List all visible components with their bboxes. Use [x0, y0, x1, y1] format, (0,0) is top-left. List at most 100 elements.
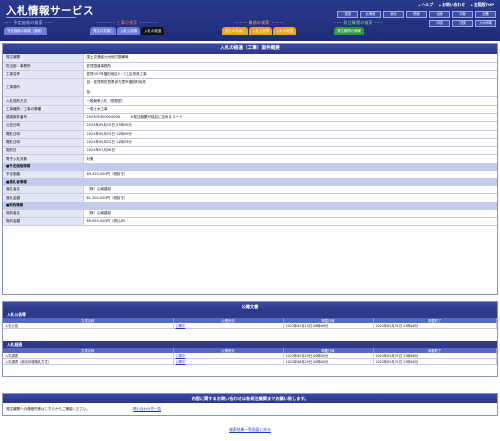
help-link[interactable]: ヘルプ [419, 2, 433, 8]
section-contract: ■契約情報 [3, 202, 497, 210]
table-row: 開札日時 2023年05月25日 12時00分 [3, 130, 497, 139]
app-title: 入札情報サービス [6, 5, 94, 17]
row-value: 202305300010006 ※発注機関が独自に定めるコード [83, 113, 497, 123]
inquiry-text: 発注機関への連絡先等はこちらからご確認ください。 [6, 406, 90, 411]
contact-list-link[interactable]: 問い合わせ先一覧 [133, 407, 161, 412]
section-price: ■予定価格情報 [3, 163, 497, 171]
region-kanto[interactable]: 関東 [406, 11, 427, 18]
section-header: ■落札者情報 [3, 178, 497, 187]
detail-panel: 入札の経過（工事）案件概要 発注機関 国土交通省九州地方整備局 担当部・事務所 佐賀… [2, 43, 498, 295]
table-row: 開札日時 2023年05月22日 14時33分 [3, 138, 497, 148]
row-value: 一般競争入札（簡易型） [83, 96, 497, 106]
tab-construction-results[interactable]: 入札の経過 [141, 27, 165, 35]
section-winner: ■落札者情報 [3, 178, 497, 187]
row-value: 2023年07月06日 [83, 146, 497, 156]
notices-table: 文書名称 公開状況 掲載日時 掲載終了 入札公告 公開中 2023年05月15日… [3, 318, 497, 329]
region-shikoku[interactable]: 四国 [452, 20, 473, 27]
national-top-link[interactable]: 全国版TOP [471, 2, 494, 8]
tab-construction-notices[interactable]: 入札公告等 [117, 27, 141, 35]
table-row: 契約者名 （株）山崎建設 [3, 209, 497, 218]
tab-services-outlook[interactable]: 発注の見通し [222, 27, 249, 35]
results-subtitle: 入札経過 [3, 341, 497, 348]
region-kinki[interactable]: 近畿 [475, 11, 496, 18]
table-row: 契約金額 89,050,000円（税込み） [3, 217, 497, 227]
row-label: 落札者名 [3, 185, 84, 195]
public-documents-title: 公開文書 [3, 302, 497, 311]
row-value: 89,050,000円（税込み） [83, 217, 497, 227]
back-to-results-link[interactable]: 検索結果一覧画面に戻る [229, 427, 271, 432]
location-to: 至： [86, 90, 94, 95]
row-label: 開札日時 [3, 138, 84, 148]
region-tohoku[interactable]: 東北 [383, 11, 404, 18]
table-row: 電子入札対象 対象 [3, 154, 497, 164]
tab-construction-outlook[interactable]: 発注の見通し [90, 27, 117, 35]
region-chugoku[interactable]: 中国 [429, 20, 450, 27]
table-row: 工事種別／工事の業種 一般土木工事 [3, 105, 497, 115]
row-value: （株）山崎建設 [83, 185, 497, 195]
table-row: 入札公告 公開中 2023年05月15日 08時00分 2023年05月31日 … [3, 323, 497, 329]
row-value: 2023年05月25日 12時00分 [83, 130, 497, 139]
table-row: 調達案件番号 202305300010006 ※発注機関が独自に定めるコード [3, 113, 497, 123]
table-row: 入札調書（総合評価落札方式） 公開中 2023年06月29日 00時00分 20… [3, 358, 497, 365]
doc-end: 2023年05月31日 23時00分 [373, 323, 497, 329]
row-label: 予定価格 [3, 170, 84, 180]
row-value: 対象 [83, 154, 497, 164]
row-label: 工事種別／工事の業種 [3, 105, 84, 115]
app-header: 入札情報サービス ヘルプ お問い合わせ 全国版TOP 全国 北海道 東北 関東 … [0, 0, 500, 41]
region-tabs-row2: 中国 四国 九州沖縄 [429, 20, 496, 27]
doc-start: 2023年06月29日 00時00分 [283, 358, 374, 365]
nav-group-construction: ••••••• 工事の検索 ••••••• 発注の見通し 入札公告等 入札の経過 [90, 20, 165, 35]
inquiry-title: 内容に関するお問い合わせは各発注機関までお願い致します。 [3, 394, 497, 403]
table-row: 入札契約方式 一般競争入札（簡易型） [3, 96, 497, 106]
row-value: （株）山崎建設 [83, 209, 497, 218]
tab-agency-info[interactable]: 発注機関の情報 [334, 27, 364, 35]
title-underline [6, 17, 76, 18]
table-row: 予定価格 89,420,000円（税抜き） [3, 170, 497, 180]
region-chubu[interactable]: 中部 [452, 11, 473, 18]
table-row: 工事場所 自：佐賀県佐賀県伊万里市福田町地先 至： [3, 78, 497, 98]
page-title: 入札の経過（工事）案件概要 [3, 44, 497, 54]
table-row: 工事名称 佐賀497号福田地区5・7工区改良工事 [3, 70, 497, 80]
public-documents-panel: 公開文書 入札公告等 文書名称 公開状況 掲載日時 掲載終了 入札公告 公開中 … [2, 301, 498, 377]
tab-services-notices[interactable]: 入札公告等 [249, 27, 273, 35]
notices-subtitle: 入札公告等 [3, 311, 497, 318]
doc-status-link[interactable]: 公開中 [176, 360, 186, 364]
row-label: 契約日 [3, 146, 84, 156]
region-hokuriku[interactable]: 北陸 [429, 11, 450, 18]
row-label: 入札契約方式 [3, 96, 84, 106]
nav-group-services: ••••• 業務の検索 ••••• 発注の見通し 入札公告等 入札の経過 [222, 20, 297, 35]
detail-table: 発注機関 国土交通省九州地方整備局 担当部・事務所 佐賀国道事務所 工事名称 佐賀49… [3, 54, 497, 227]
table-row: 契約日 2023年07月06日 [3, 146, 497, 156]
region-national[interactable]: 全国 [337, 11, 358, 18]
region-kyushu[interactable]: 九州沖縄 [475, 20, 496, 27]
row-value: 89,420,000円（税抜き） [83, 170, 497, 180]
row-value: 国土交通省九州地方整備局 [83, 54, 497, 63]
row-label: 電子入札対象 [3, 154, 84, 164]
row-label: 契約金額 [3, 217, 84, 227]
nav-group-label: 発注機関の検索 [343, 20, 373, 25]
contact-link[interactable]: お問い合わせ [439, 2, 465, 8]
row-label: 工事名称 [3, 70, 84, 80]
row-label: 開札日時 [3, 130, 84, 139]
row-value: 佐賀国道事務所 [83, 62, 497, 72]
region-hokkaido[interactable]: 北海道 [360, 11, 381, 18]
row-label: 工事場所 [3, 78, 84, 98]
nav-group-label: 予定価格の検索 [13, 20, 43, 25]
doc-end: 2023年05月31日 23時00分 [373, 358, 497, 365]
region-tabs-row1: 全国 北海道 東北 関東 北陸 中部 近畿 [337, 11, 496, 18]
table-row: 落札者名 （株）山崎建設 [3, 185, 497, 195]
nav-group-estimate: ••• 予定価格の検索 ••• 予定価格の検索（通常） [4, 20, 53, 35]
tab-services-results[interactable]: 入札の経過 [273, 27, 297, 35]
section-header: ■契約情報 [3, 202, 497, 210]
table-row: 担当部・事務所 佐賀国道事務所 [3, 62, 497, 72]
row-label: 契約者名 [3, 209, 84, 218]
row-label: 発注機関 [3, 54, 84, 63]
nav-group-label: 工事の検索 [116, 20, 138, 25]
top-links: ヘルプ お問い合わせ 全国版TOP [419, 2, 494, 8]
tab-estimate-search[interactable]: 予定価格の検索（通常） [4, 27, 48, 35]
nav-group-label: 業務の検索 [248, 20, 270, 25]
row-label: 公告日時 [3, 121, 84, 131]
doc-status-link[interactable]: 公開中 [176, 324, 186, 328]
doc-status-link[interactable]: 公開中 [176, 354, 186, 358]
inquiry-panel: 内容に関するお問い合わせは各発注機関までお願い致します。 発注機関への連絡先等は… [2, 393, 498, 416]
